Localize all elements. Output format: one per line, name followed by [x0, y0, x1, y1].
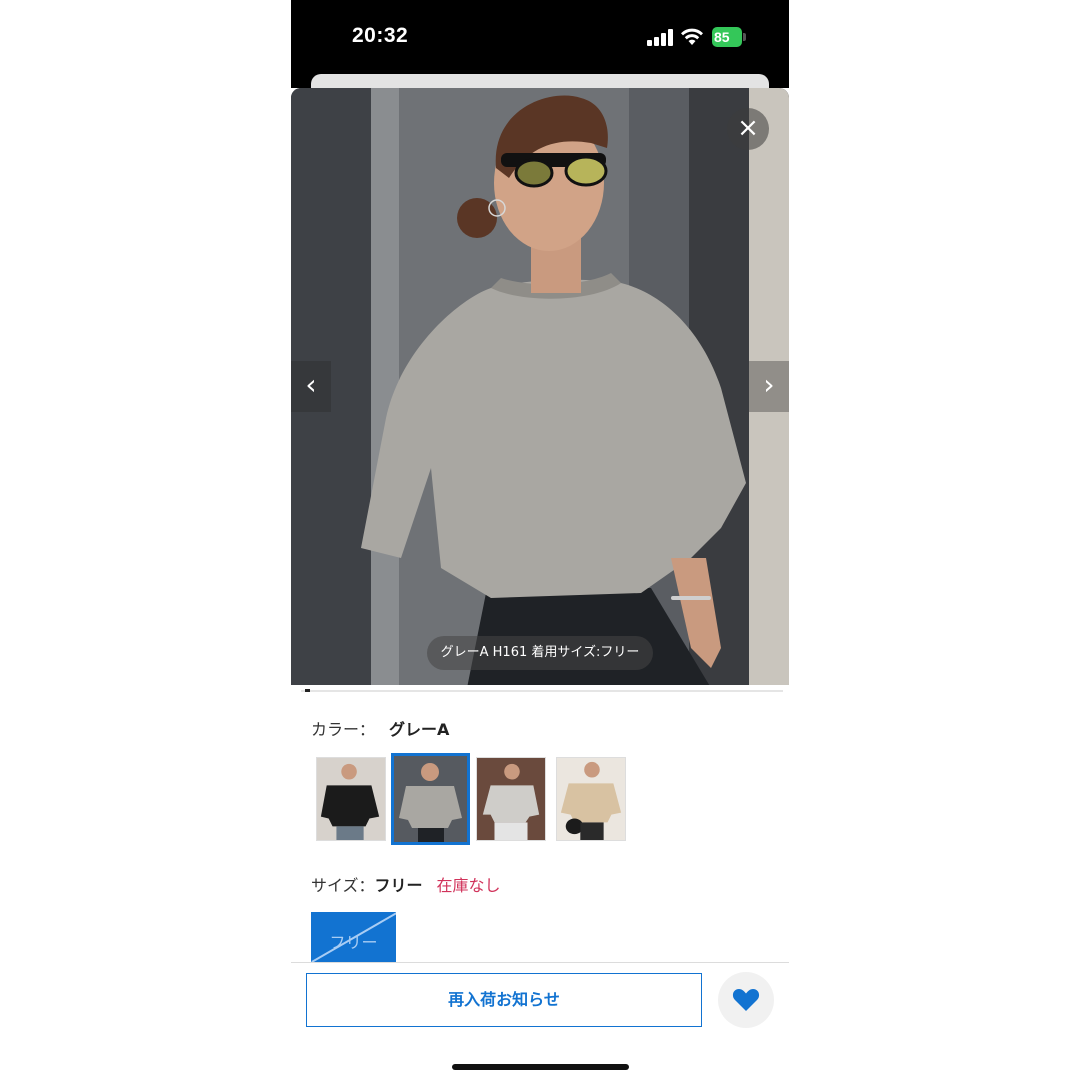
- gallery-progress-fill: [305, 689, 310, 692]
- bottom-action-bar: 再入荷お知らせ: [291, 962, 789, 1080]
- size-label: サイズ：: [311, 876, 375, 895]
- favorite-button[interactable]: [718, 972, 774, 1028]
- gallery-progress-track: [301, 690, 783, 692]
- size-selector-label: サイズ：フリー 在庫なし: [311, 872, 501, 896]
- restock-notify-button[interactable]: 再入荷お知らせ: [306, 973, 702, 1027]
- color-swatch-beige[interactable]: [556, 757, 626, 841]
- color-selector-label: カラー： グレーA: [311, 716, 449, 740]
- product-image-gallery[interactable]: × ‹ › グレーA H161 着用サイズ:フリー: [291, 88, 789, 685]
- wifi-icon: [681, 28, 703, 45]
- previous-image-button[interactable]: ‹: [291, 361, 331, 412]
- next-image-button[interactable]: ›: [749, 361, 789, 412]
- color-label: カラー：: [311, 720, 376, 739]
- phone-screen: 20:32 85 × ‹ › グレーA H161 着用サイズ:フリー カラー： …: [291, 0, 789, 1080]
- image-caption: グレーA H161 着用サイズ:フリー: [427, 636, 653, 670]
- color-swatch-black[interactable]: [316, 757, 386, 841]
- close-button[interactable]: ×: [727, 108, 769, 150]
- cellular-signal-icon: [647, 28, 675, 46]
- status-time: 20:32: [352, 24, 409, 47]
- selected-size: フリー: [374, 876, 423, 895]
- battery-tip: [743, 33, 746, 41]
- size-option-free[interactable]: フリー: [311, 912, 396, 962]
- product-photo: [291, 88, 789, 685]
- home-indicator[interactable]: [452, 1064, 629, 1070]
- battery-indicator: 85: [712, 27, 742, 47]
- heart-icon: [732, 989, 760, 1011]
- color-swatch-gray-b[interactable]: [476, 757, 546, 841]
- sold-out-slash: [311, 912, 396, 962]
- selected-color: グレーA: [389, 720, 450, 739]
- color-swatch-gray-a[interactable]: [391, 753, 470, 845]
- stock-status: 在庫なし: [436, 876, 501, 895]
